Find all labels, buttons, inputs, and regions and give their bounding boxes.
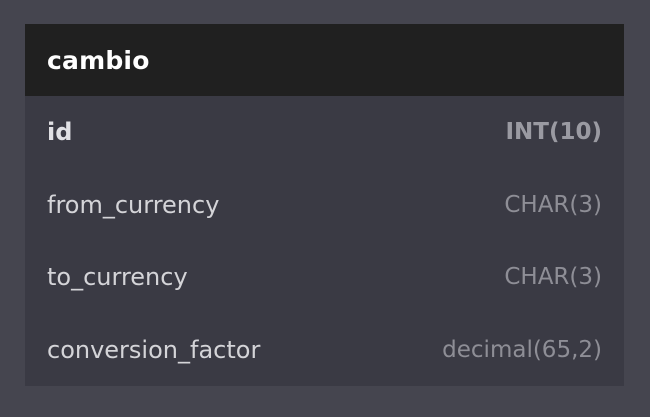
column-type: decimal(65,2) — [442, 336, 602, 363]
column-name: id — [47, 118, 73, 147]
column-row-from-currency[interactable]: from_currency CHAR(3) — [25, 169, 624, 242]
column-list: id INT(10) from_currency CHAR(3) to_curr… — [25, 96, 624, 386]
table-name: cambio — [47, 45, 150, 75]
column-name: from_currency — [47, 190, 220, 219]
entity-table-cambio[interactable]: cambio id INT(10) from_currency CHAR(3) … — [25, 24, 624, 386]
column-type: CHAR(3) — [504, 264, 602, 291]
column-type: INT(10) — [505, 119, 602, 146]
column-row-id[interactable]: id INT(10) — [25, 96, 624, 169]
column-name: to_currency — [47, 263, 188, 292]
column-row-to-currency[interactable]: to_currency CHAR(3) — [25, 241, 624, 314]
column-row-conversion-factor[interactable]: conversion_factor decimal(65,2) — [25, 314, 624, 387]
column-type: CHAR(3) — [504, 191, 602, 218]
column-name: conversion_factor — [47, 335, 261, 364]
table-header[interactable]: cambio — [25, 24, 624, 96]
